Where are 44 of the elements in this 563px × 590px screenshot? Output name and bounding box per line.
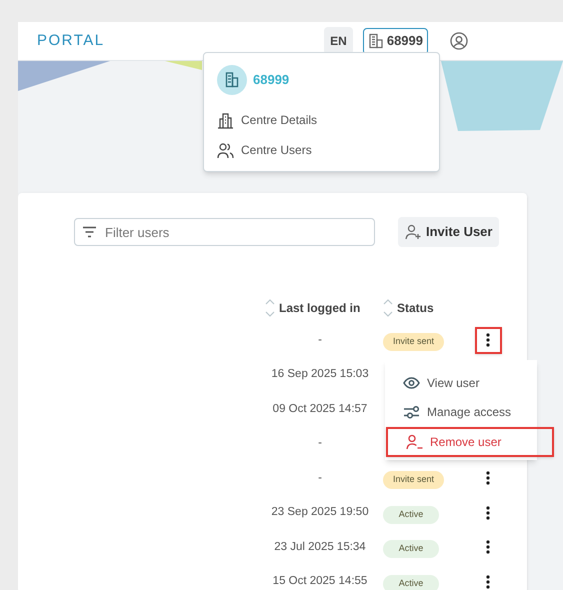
last-logged-in-cell-text: 23 Jul 2025 15:34 xyxy=(273,540,367,555)
last-logged-in-cell-text: - xyxy=(317,470,323,486)
kebab-icon xyxy=(486,333,490,348)
kebab-icon xyxy=(486,540,490,554)
kebab-icon xyxy=(486,574,490,589)
user-menu-item[interactable]: Manage access xyxy=(385,398,537,427)
add-user-icon xyxy=(405,224,423,240)
user-menu-item[interactable]: View user xyxy=(385,368,537,398)
users-icon xyxy=(217,142,234,158)
more-options-button[interactable] xyxy=(474,326,502,354)
centre-button[interactable]: 68999 xyxy=(362,28,428,54)
user-avatar-icon[interactable] xyxy=(450,32,468,50)
status-badge: Invite sent xyxy=(383,333,444,351)
sliders-icon xyxy=(403,405,420,420)
sort-icon xyxy=(265,298,275,318)
status-badge: Invite sent xyxy=(383,471,444,489)
sort-icon xyxy=(383,298,393,318)
kebab-icon xyxy=(486,506,490,520)
eye-icon xyxy=(403,376,420,389)
remove-user-icon xyxy=(406,434,423,450)
status-badge: Active xyxy=(383,540,439,558)
invite-user-button[interactable]: Invite User xyxy=(398,217,500,247)
buildings-icon xyxy=(217,112,234,128)
filter-icon xyxy=(82,226,97,238)
status-badge: Active xyxy=(383,506,439,524)
building-badge-icon xyxy=(217,65,247,95)
last-logged-in-cell-text: - xyxy=(317,332,323,348)
kebab-icon xyxy=(486,471,490,486)
last-logged-in-cell-text: 23 Sep 2025 19:50 xyxy=(270,505,370,520)
last-logged-in-cell-text: 09 Oct 2025 14:57 xyxy=(272,402,368,417)
building-icon xyxy=(368,33,384,49)
portal-logo[interactable]: PORTAL xyxy=(37,30,105,52)
filter-field[interactable]: Filter users xyxy=(74,218,375,246)
last-logged-in-cell-text: 16 Sep 2025 15:03 xyxy=(270,367,370,382)
column-header[interactable]: Status xyxy=(375,298,473,318)
centre-id: 68999 xyxy=(253,71,290,90)
last-logged-in-cell-text: 15 Oct 2025 14:55 xyxy=(272,574,368,590)
centre-menu-item[interactable]: Centre Details xyxy=(217,105,426,135)
column-header[interactable]: Last logged in xyxy=(265,298,375,318)
status-badge: Active xyxy=(383,574,439,590)
last-logged-in-cell-text: - xyxy=(317,436,323,452)
centre-menu-item[interactable]: Centre Users xyxy=(217,135,426,165)
background-shape xyxy=(165,61,202,70)
user-menu-item[interactable]: Remove user xyxy=(386,427,554,456)
